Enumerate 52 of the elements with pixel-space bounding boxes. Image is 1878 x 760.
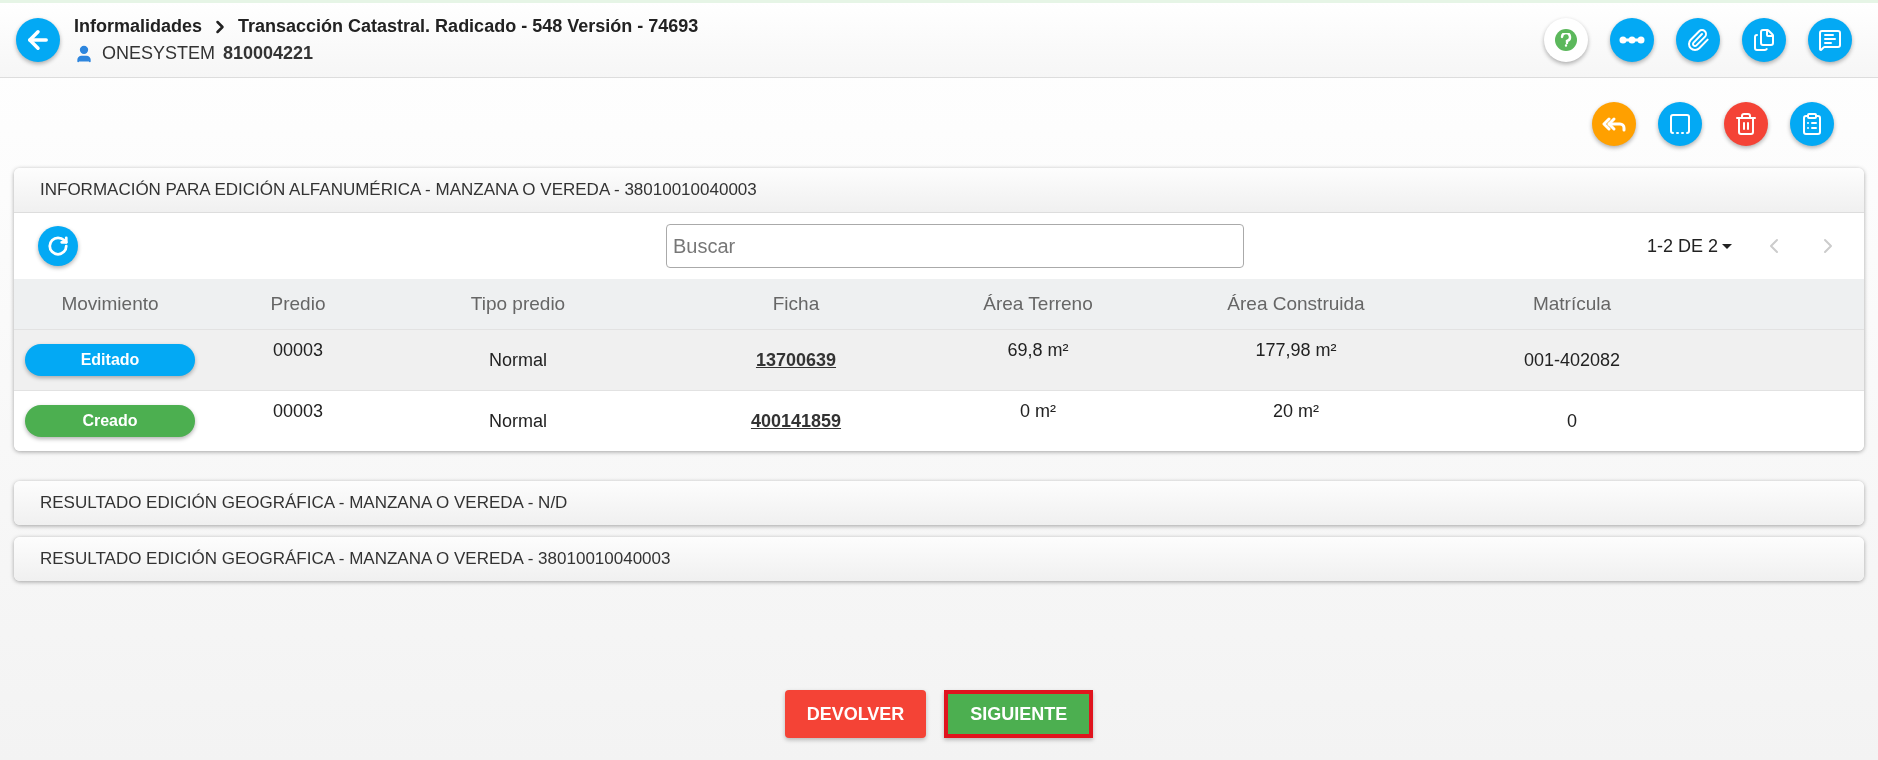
table-cell-text: 001-402082 — [1522, 349, 1622, 371]
clipboard-button[interactable] — [1790, 102, 1834, 146]
trash-icon — [1734, 112, 1758, 136]
table-cell-text: Normal — [488, 349, 548, 371]
user-id: 810004221 — [223, 43, 314, 64]
table-cell-text: 00003 — [271, 340, 325, 361]
delete-button[interactable] — [1724, 102, 1768, 146]
user-name: ONESYSTEM — [102, 43, 216, 64]
table-cell-text: 20 m² — [1272, 401, 1320, 422]
back-button[interactable] — [16, 18, 60, 62]
column-header: Área Construida — [1226, 293, 1366, 315]
user-icon — [74, 43, 94, 64]
column-header: Movimiento — [60, 293, 160, 315]
ficha-link[interactable]: 400141859 — [646, 410, 946, 432]
movement-badge: Creado — [25, 405, 195, 437]
table-cell-text: 00003 — [271, 401, 325, 422]
dots-line-icon — [1619, 36, 1645, 44]
square-icon — [1668, 112, 1692, 136]
attachment-button[interactable] — [1676, 18, 1720, 62]
breadcrumb-item[interactable]: Informalidades — [74, 16, 203, 37]
column-header: Tipo predio — [469, 293, 567, 315]
refresh-icon — [47, 235, 69, 257]
panel-header[interactable]: RESULTADO EDICIÓN GEOGRÁFICA - MANZANA O VEREDA - N/D — [14, 481, 1864, 525]
refresh-button[interactable] — [38, 226, 78, 266]
paperclip-icon — [1686, 28, 1710, 52]
message-icon — [1818, 28, 1842, 52]
column-header: Área Terreno — [982, 293, 1094, 315]
reply-all-button[interactable] — [1592, 102, 1636, 146]
select-button[interactable] — [1658, 102, 1702, 146]
table-cell-text: 0 — [1566, 410, 1578, 432]
comments-button[interactable] — [1808, 18, 1852, 62]
search-field[interactable]: Buscar — [666, 224, 1244, 268]
documents-button[interactable] — [1742, 18, 1786, 62]
return-button[interactable]: DEVOLVER — [784, 690, 927, 738]
ficha-link[interactable]: 13700639 — [646, 349, 946, 371]
files-icon — [1752, 28, 1776, 52]
movement-badge: Editado — [25, 344, 195, 376]
help-button[interactable] — [1544, 18, 1588, 62]
table-cell-text: Normal — [488, 410, 548, 432]
column-header: Predio — [269, 293, 327, 315]
table-cell-text: 69,8 m² — [1006, 340, 1070, 361]
page-size-dropdown[interactable]: 1-2 DE 2 — [1646, 235, 1732, 257]
table-cell-text: 177,98 m² — [1254, 340, 1338, 361]
panel-header[interactable]: RESULTADO EDICIÓN GEOGRÁFICA - MANZANA O VEREDA - 38010010040003 — [14, 537, 1864, 581]
help-icon — [1555, 29, 1577, 51]
table-cell-text: 0 m² — [1019, 401, 1057, 422]
column-header: Matrícula — [1531, 293, 1613, 315]
clipboard-icon — [1800, 112, 1824, 136]
column-header: Ficha — [771, 293, 821, 315]
panel-header[interactable]: INFORMACIÓN PARA EDICIÓN ALFANUMÉRICA - MANZANA O VEREDA - 38010010040003 — [14, 168, 1864, 213]
breadcrumb-item[interactable]: Transacción Catastral. Radicado - 548 Versión - 74693 — [238, 16, 699, 37]
workflow-button[interactable] — [1610, 18, 1654, 62]
